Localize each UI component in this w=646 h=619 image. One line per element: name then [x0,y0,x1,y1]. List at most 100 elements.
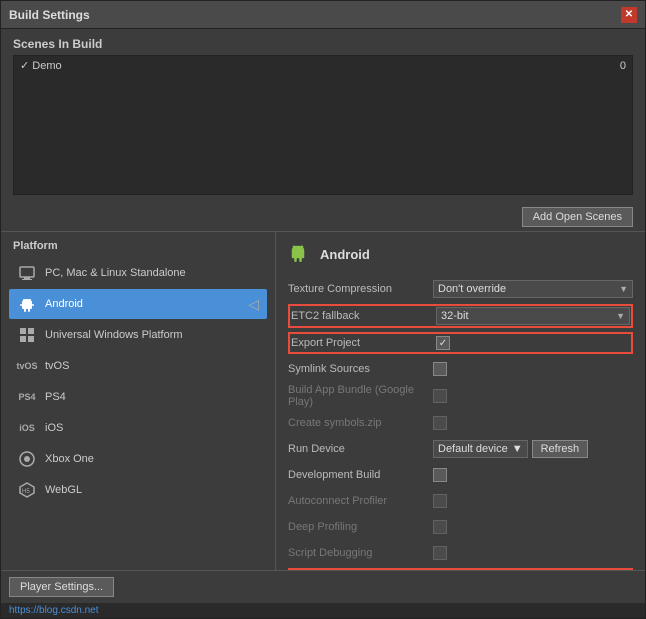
tvos-label: tvOS [45,360,69,372]
build-app-bundle-value [433,389,633,403]
run-device-arrow-icon: ▼ [512,443,523,455]
xbox-label: Xbox One [45,453,94,465]
script-debugging-row: Script Debugging [288,542,633,564]
scene-item[interactable]: ✓ Demo 0 [14,56,632,75]
sidebar-item-xboxone[interactable]: Xbox One [9,444,267,474]
platform-settings-title: Android [320,247,370,262]
player-settings-bar: Player Settings... [1,570,645,603]
etc2-fallback-label: ETC2 fallback [291,310,436,322]
deep-profiling-checkbox[interactable] [433,520,447,534]
build-app-bundle-label: Build App Bundle (Google Play) [288,384,433,408]
run-device-row: Run Device Default device ▼ Refresh [288,438,633,460]
run-device-controls: Default device ▼ Refresh [433,440,633,458]
run-device-dropdown[interactable]: Default device ▼ [433,440,528,458]
etc2-dropdown-arrow-icon: ▼ [616,311,625,321]
android-label: Android [45,298,83,310]
scene-check: ✓ Demo [20,59,62,72]
url-text: https://blog.csdn.net [9,605,99,616]
scenes-list: ✓ Demo 0 [13,55,633,195]
scenes-section: Scenes In Build ✓ Demo 0 [1,29,645,203]
build-app-bundle-row: Build App Bundle (Google Play) [288,384,633,408]
scene-index: 0 [620,60,626,72]
create-symbols-zip-checkbox[interactable] [433,416,447,430]
export-project-label: Export Project [291,337,436,349]
script-debugging-label: Script Debugging [288,547,433,559]
sidebar-item-tvos[interactable]: tvOS tvOS [9,351,267,381]
url-bar: https://blog.csdn.net [1,603,645,618]
player-settings-button[interactable]: Player Settings... [9,577,114,597]
add-open-scenes-button[interactable]: Add Open Scenes [522,207,633,227]
deep-profiling-row: Deep Profiling [288,516,633,538]
sidebar-item-webgl[interactable]: H5 WebGL [9,475,267,505]
create-symbols-zip-label: Create symbols.zip [288,417,433,429]
android-header: Android [288,242,633,266]
etc2-fallback-value: 32-bit ▼ [436,307,630,325]
platform-panel: Platform PC, Mac & Linux Standalone [1,232,276,570]
uwp-label: Universal Windows Platform [45,329,183,341]
scenes-label: Scenes In Build [13,37,633,51]
texture-compression-text: Don't override [438,283,506,295]
texture-compression-dropdown[interactable]: Don't override ▼ [433,280,633,298]
etc2-fallback-dropdown[interactable]: 32-bit ▼ [436,307,630,325]
run-device-text: Default device [438,443,508,455]
ps4-label: PS4 [45,391,66,403]
dropdown-arrow-icon: ▼ [619,284,628,294]
autoconnect-profiler-checkbox[interactable] [433,494,447,508]
platform-label: Platform [9,240,267,252]
build-settings-window: Build Settings ✕ Scenes In Build ✓ Demo … [0,0,646,619]
refresh-button[interactable]: Refresh [532,440,589,458]
title-bar: Build Settings ✕ [1,1,645,29]
export-project-value: ✓ [436,336,630,350]
sidebar-item-uwp[interactable]: Universal Windows Platform [9,320,267,350]
window-title: Build Settings [9,8,90,22]
monitor-icon [17,263,37,283]
development-build-value [433,468,633,482]
texture-compression-value: Don't override ▼ [433,280,633,298]
sidebar-item-android[interactable]: Android ◁ [9,289,267,319]
settings-panel: Android Texture Compression Don't overri… [276,232,645,570]
add-scenes-bar: Add Open Scenes [1,203,645,232]
script-debugging-checkbox[interactable] [433,546,447,560]
create-symbols-zip-row: Create symbols.zip [288,412,633,434]
windows-icon [17,325,37,345]
autoconnect-profiler-label: Autoconnect Profiler [288,495,433,507]
development-build-row: Development Build [288,464,633,486]
xbox-icon [17,449,37,469]
run-device-label: Run Device [288,443,433,455]
ps4-icon: PS4 [17,387,37,407]
sidebar-item-pc-mac-linux[interactable]: PC, Mac & Linux Standalone [9,258,267,288]
development-build-label: Development Build [288,469,433,481]
pc-mac-label: PC, Mac & Linux Standalone [45,267,186,279]
symlink-sources-label: Symlink Sources [288,363,433,375]
android-selected-icon: ◁ [248,296,259,313]
sidebar-item-ps4[interactable]: PS4 PS4 [9,382,267,412]
symlink-sources-value [433,362,633,376]
export-project-checkbox[interactable]: ✓ [436,336,450,350]
autoconnect-profiler-row: Autoconnect Profiler [288,490,633,512]
close-button[interactable]: ✕ [621,7,637,23]
ios-label: iOS [45,422,63,434]
etc2-fallback-row: ETC2 fallback 32-bit ▼ [288,304,633,328]
android-icon [17,294,37,314]
development-build-checkbox[interactable] [433,468,447,482]
webgl-label: WebGL [45,484,82,496]
symlink-sources-checkbox[interactable] [433,362,447,376]
script-debugging-value [433,546,633,560]
webgl-icon: H5 [17,480,37,500]
android-header-icon [288,242,312,266]
export-project-row: Export Project ✓ [288,332,633,354]
texture-compression-row: Texture Compression Don't override ▼ [288,278,633,300]
texture-compression-label: Texture Compression [288,283,433,295]
svg-text:H5: H5 [22,489,30,495]
autoconnect-profiler-value [433,494,633,508]
build-app-bundle-checkbox[interactable] [433,389,447,403]
sidebar-item-ios[interactable]: iOS iOS [9,413,267,443]
tvos-icon: tvOS [17,356,37,376]
deep-profiling-value [433,520,633,534]
create-symbols-zip-value [433,416,633,430]
main-content: Platform PC, Mac & Linux Standalone [1,232,645,570]
etc2-fallback-text: 32-bit [441,310,469,322]
ios-icon: iOS [17,418,37,438]
deep-profiling-label: Deep Profiling [288,521,433,533]
symlink-sources-row: Symlink Sources [288,358,633,380]
